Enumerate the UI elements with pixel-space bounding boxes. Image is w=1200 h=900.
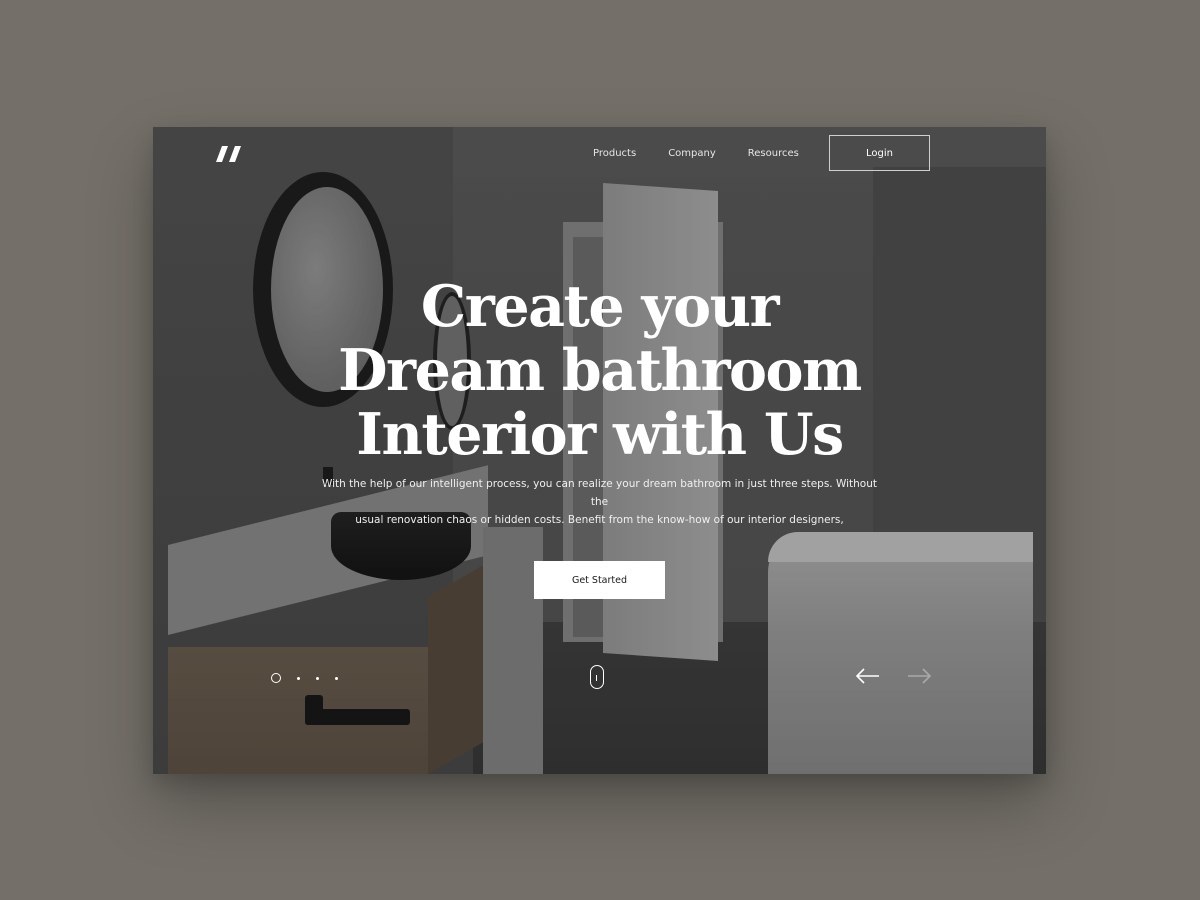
hero-title-line: Create your xyxy=(420,273,780,340)
slide-dot[interactable] xyxy=(316,676,319,680)
slide-dot-active[interactable] xyxy=(271,673,281,683)
hero-frame: Products Company Resources Login Create … xyxy=(153,127,1046,774)
arrow-right-icon[interactable] xyxy=(906,667,932,685)
get-started-button[interactable]: Get Started xyxy=(534,561,665,599)
nav-item-resources[interactable]: Resources xyxy=(748,148,799,159)
hero-description-line: With the help of our intelligent process… xyxy=(321,478,878,508)
login-button[interactable]: Login xyxy=(829,135,930,171)
hero-title-line: Interior with Us xyxy=(356,401,844,468)
hero-title: Create your Dream bathroom Interior with… xyxy=(153,275,1046,467)
slide-pagination xyxy=(271,673,354,683)
main-nav: Products Company Resources xyxy=(593,135,831,171)
nav-item-company[interactable]: Company xyxy=(668,148,716,159)
arrow-left-icon[interactable] xyxy=(855,667,881,685)
nav-item-products[interactable]: Products xyxy=(593,148,636,159)
hero-description: With the help of our intelligent process… xyxy=(318,475,881,529)
slide-dot[interactable] xyxy=(297,676,300,680)
slide-dot[interactable] xyxy=(335,676,338,680)
quote-logo-icon[interactable] xyxy=(216,146,242,162)
scroll-mouse-icon[interactable] xyxy=(590,665,604,689)
hero-title-line: Dream bathroom xyxy=(338,337,862,404)
hero-description-line: usual renovation chaos or hidden costs. … xyxy=(355,514,844,526)
